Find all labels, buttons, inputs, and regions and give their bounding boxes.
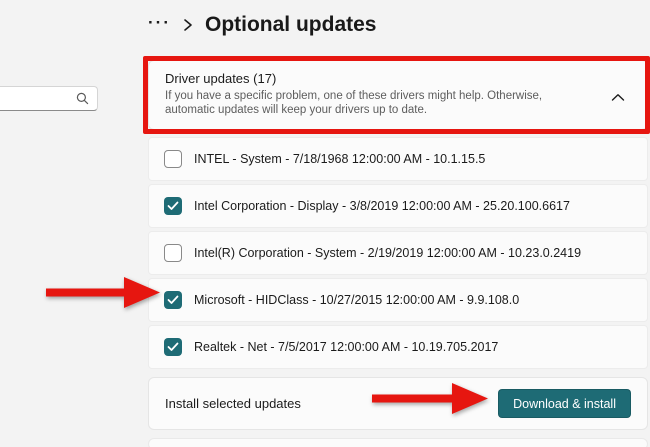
- breadcrumb: ··· Optional updates: [148, 8, 377, 42]
- breadcrumb-overflow-button[interactable]: ···: [148, 14, 171, 37]
- sidebar-search-box[interactable]: [0, 86, 98, 111]
- search-input[interactable]: [0, 87, 76, 110]
- driver-update-label: Realtek - Net - 7/5/2017 12:00:00 AM - 1…: [194, 340, 498, 354]
- driver-updates-title: Driver updates (17): [165, 71, 631, 86]
- driver-updates-expander-header[interactable]: Driver updates (17) If you have a specif…: [148, 60, 648, 130]
- driver-update-label: Intel Corporation - Display - 3/8/2019 1…: [194, 199, 570, 213]
- search-icon[interactable]: [76, 92, 89, 105]
- chevron-up-icon[interactable]: [611, 89, 625, 107]
- driver-update-row[interactable]: Microsoft - HIDClass - 10/27/2015 12:00:…: [148, 278, 648, 322]
- driver-update-row[interactable]: Intel Corporation - Display - 3/8/2019 1…: [148, 184, 648, 228]
- driver-update-checkbox[interactable]: [164, 291, 182, 309]
- driver-update-checkbox[interactable]: [164, 150, 182, 168]
- page-title: Optional updates: [205, 13, 377, 37]
- driver-update-checkbox[interactable]: [164, 244, 182, 262]
- chevron-right-icon: [183, 18, 193, 32]
- next-section-card-edge: [148, 438, 648, 447]
- driver-update-row[interactable]: INTEL - System - 7/18/1968 12:00:00 AM -…: [148, 137, 648, 181]
- driver-update-row[interactable]: Realtek - Net - 7/5/2017 12:00:00 AM - 1…: [148, 325, 648, 369]
- driver-update-checkbox[interactable]: [164, 197, 182, 215]
- driver-update-label: Microsoft - HIDClass - 10/27/2015 12:00:…: [194, 293, 519, 307]
- install-selected-updates-label: Install selected updates: [165, 396, 301, 411]
- driver-update-row[interactable]: Intel(R) Corporation - System - 2/19/201…: [148, 231, 648, 275]
- install-updates-row: Install selected updates Download & inst…: [148, 377, 648, 430]
- driver-update-label: Intel(R) Corporation - System - 2/19/201…: [194, 246, 581, 260]
- annotation-arrow-hidclass: [46, 276, 162, 309]
- driver-update-label: INTEL - System - 7/18/1968 12:00:00 AM -…: [194, 152, 485, 166]
- download-and-install-button[interactable]: Download & install: [498, 389, 631, 418]
- driver-updates-list: INTEL - System - 7/18/1968 12:00:00 AM -…: [148, 137, 648, 372]
- driver-update-checkbox[interactable]: [164, 338, 182, 356]
- driver-updates-description: If you have a specific problem, one of t…: [165, 89, 595, 117]
